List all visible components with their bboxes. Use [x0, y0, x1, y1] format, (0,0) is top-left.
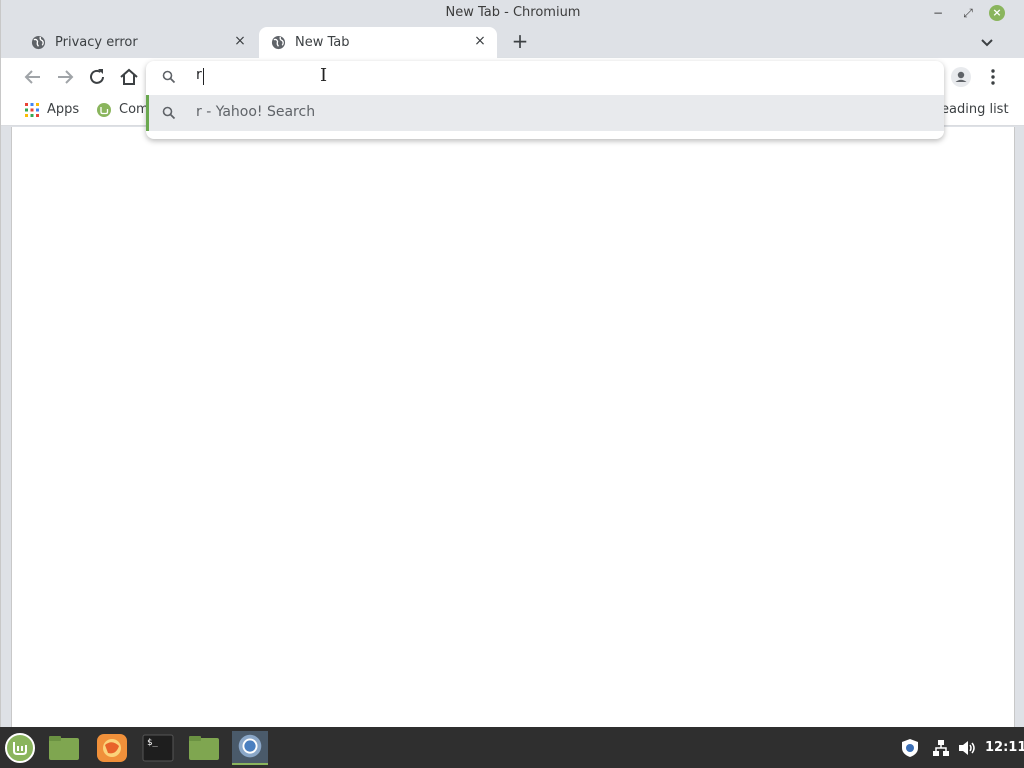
apps-bookmark-label: Apps	[47, 102, 80, 117]
files-icon[interactable]	[186, 731, 222, 765]
search-icon	[162, 106, 176, 120]
close-tab-button[interactable]: ×	[471, 32, 489, 50]
desktop-screen: New Tab - Chromium − ⤢ × Privacy error ×	[0, 0, 1024, 768]
globe-icon	[271, 35, 286, 50]
forward-arrow-icon[interactable]	[53, 65, 77, 89]
taskbar: $_ 12:11	[0, 727, 1024, 768]
maximize-button[interactable]: ⤢	[959, 4, 977, 22]
close-tab-button[interactable]: ×	[231, 32, 249, 50]
window-title: New Tab - Chromium	[445, 5, 581, 20]
svg-text:$_: $_	[147, 738, 158, 748]
tab-privacy-error[interactable]: Privacy error ×	[19, 27, 257, 58]
minimize-button[interactable]: −	[929, 4, 947, 22]
ibeam-cursor-icon: I	[320, 65, 328, 86]
tab-new-tab[interactable]: New Tab ×	[259, 27, 497, 58]
new-tab-button[interactable]: +	[509, 31, 531, 53]
clock[interactable]: 12:11	[985, 740, 1024, 755]
more-menu-icon[interactable]	[981, 65, 1005, 89]
globe-icon	[31, 35, 46, 50]
suggestion-text: r - Yahoo! Search	[196, 104, 316, 120]
home-icon[interactable]	[117, 65, 141, 89]
mint-logo-icon	[97, 102, 111, 117]
apps-grid-icon	[25, 102, 39, 117]
title-bar[interactable]: New Tab - Chromium − ⤢ ×	[1, 0, 1024, 26]
terminal-icon[interactable]: $_	[140, 731, 176, 765]
omnibox-input[interactable]: r	[196, 67, 202, 87]
page-content[interactable]	[11, 127, 1015, 727]
back-arrow-icon[interactable]	[21, 65, 45, 89]
search-icon	[162, 70, 176, 84]
tab-strip: Privacy error × New Tab × +	[1, 26, 1024, 58]
network-icon[interactable]	[931, 738, 951, 758]
close-window-button[interactable]: ×	[989, 5, 1005, 21]
selection-indicator	[146, 95, 149, 131]
community-bookmark-label: Com	[119, 102, 149, 117]
chromium-window: New Tab - Chromium − ⤢ × Privacy error ×	[0, 0, 1024, 727]
reload-icon[interactable]	[85, 65, 109, 89]
chevron-down-icon[interactable]	[977, 32, 997, 52]
mint-menu-icon[interactable]	[2, 731, 38, 765]
omnibox-suggestion[interactable]: r - Yahoo! Search	[146, 95, 944, 131]
firefox-icon[interactable]	[94, 731, 130, 765]
community-bookmark[interactable]: Com	[97, 102, 149, 117]
files-icon[interactable]	[46, 731, 82, 765]
reading-list-button[interactable]: eading list	[941, 102, 1009, 117]
text-caret	[203, 68, 204, 85]
omnibox-popup: r I r - Yahoo! Search	[146, 61, 944, 139]
chromium-icon[interactable]	[232, 731, 268, 765]
shield-icon[interactable]	[900, 738, 920, 758]
volume-icon[interactable]	[957, 738, 977, 758]
tab-title: New Tab	[295, 35, 350, 50]
tab-title: Privacy error	[55, 35, 138, 50]
apps-bookmark[interactable]: Apps	[25, 102, 79, 117]
profile-icon[interactable]	[949, 65, 973, 89]
